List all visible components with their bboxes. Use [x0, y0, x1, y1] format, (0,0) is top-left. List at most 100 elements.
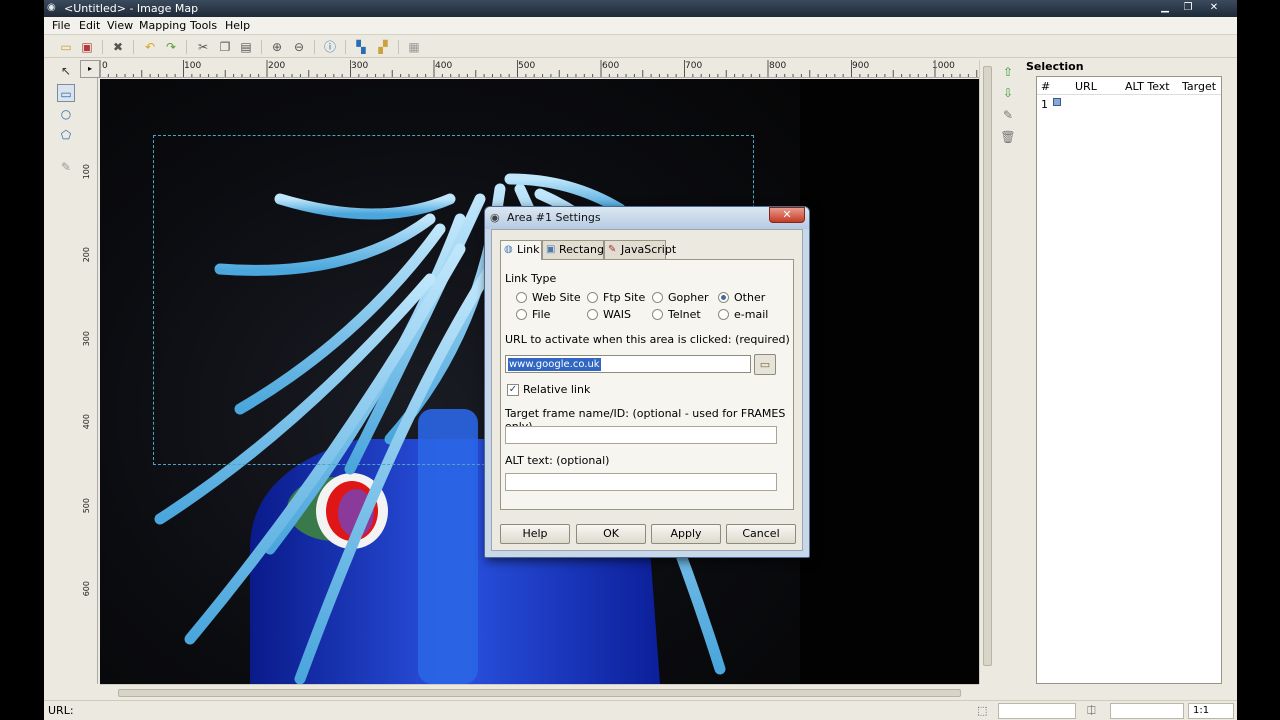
- selection-vertical-scrollbar[interactable]: [1222, 76, 1237, 684]
- coordinates-field: [998, 703, 1076, 719]
- status-bar: URL: ⬚ ⎅ 1:1: [44, 700, 1237, 720]
- radio-label: Gopher: [668, 291, 709, 304]
- help-button[interactable]: Help: [500, 524, 570, 544]
- map-front-icon[interactable]: ▞: [375, 39, 391, 55]
- toolbar-separator: [261, 40, 262, 54]
- radio-button[interactable]: [587, 309, 598, 320]
- radio-button[interactable]: [718, 309, 729, 320]
- tab-link[interactable]: ◍ Link: [500, 240, 542, 260]
- selection-table: # URL ALT Text Target 1: [1036, 76, 1222, 684]
- ruler-ticks: [100, 60, 978, 77]
- zoom-in-icon[interactable]: ⊕: [269, 39, 285, 55]
- menu-bar: File Edit View Mapping Tools Help: [44, 17, 1237, 35]
- move-down-icon[interactable]: ⇩: [1000, 85, 1016, 101]
- menu-help[interactable]: Help: [225, 19, 250, 32]
- selection-panel-title: Selection: [1026, 60, 1084, 73]
- relative-link-checkbox[interactable]: ✓: [507, 384, 519, 396]
- copy-icon[interactable]: ❐: [217, 39, 233, 55]
- cut-icon[interactable]: ✂: [195, 39, 211, 55]
- selection-horizontal-scrollbar[interactable]: [1036, 684, 1222, 698]
- javascript-icon: ✎: [608, 244, 617, 255]
- toolbar-separator: [102, 40, 103, 54]
- edit-icon[interactable]: ✎: [1000, 107, 1016, 123]
- tab-label: Link: [517, 243, 540, 256]
- radio-label: Other: [734, 291, 766, 304]
- scroll-thumb[interactable]: [118, 689, 961, 697]
- link-type-label: Link Type: [505, 272, 557, 285]
- edit-icon[interactable]: ✎: [57, 158, 75, 176]
- menu-file[interactable]: File: [52, 19, 70, 32]
- grid-icon[interactable]: ▦: [406, 39, 422, 55]
- apply-button[interactable]: Apply: [651, 524, 721, 544]
- alt-text-label: ALT text: (optional): [505, 454, 610, 467]
- selection-toolbar: ⇧ ⇩ ✎ 🗑: [996, 60, 1020, 180]
- circle-icon[interactable]: ○: [57, 105, 75, 123]
- scroll-thumb[interactable]: [983, 66, 992, 666]
- arrow-icon[interactable]: ↖: [57, 62, 75, 80]
- url-input[interactable]: www.google.co.uk: [505, 355, 751, 373]
- title-bar: ◉ <Untitled> - Image Map ▁ ❐ ✕: [44, 0, 1237, 17]
- toolbar-separator: [398, 40, 399, 54]
- url-status-label: URL:: [48, 704, 74, 717]
- radio-button[interactable]: [652, 292, 663, 303]
- minimize-icon[interactable]: ▁: [1157, 1, 1173, 15]
- rectangle-icon[interactable]: ▭: [57, 84, 75, 102]
- menu-tools[interactable]: Tools: [190, 19, 217, 32]
- ruler-label: 200: [82, 247, 91, 263]
- radio-button[interactable]: [718, 292, 729, 303]
- map-icon[interactable]: ▚: [353, 39, 369, 55]
- cancel-button[interactable]: Cancel: [726, 524, 796, 544]
- restore-icon[interactable]: ❐: [1180, 1, 1196, 15]
- toolbar-separator: [314, 40, 315, 54]
- move-up-icon[interactable]: ⇧: [1000, 64, 1016, 80]
- column-header[interactable]: Target: [1182, 80, 1216, 93]
- column-header[interactable]: #: [1041, 80, 1050, 93]
- column-header[interactable]: URL: [1075, 80, 1097, 93]
- close-icon[interactable]: ✕: [769, 207, 805, 223]
- open-icon[interactable]: ▭: [58, 39, 74, 55]
- delete-icon[interactable]: 🗑: [1000, 129, 1016, 145]
- zoom-out-icon[interactable]: ⊖: [291, 39, 307, 55]
- undo-icon[interactable]: ↶: [142, 39, 158, 55]
- column-header[interactable]: ALT Text: [1125, 80, 1170, 93]
- menu-mapping[interactable]: Mapping: [139, 19, 186, 32]
- canvas-horizontal-scrollbar[interactable]: [100, 684, 979, 700]
- browse-folder-button[interactable]: ▭: [754, 354, 776, 375]
- tab-rectangle[interactable]: ▣ Rectangle: [542, 240, 614, 259]
- preferences-icon[interactable]: ✖: [110, 39, 126, 55]
- image-map-window: ◉ <Untitled> - Image Map ▁ ❐ ✕ File Edit…: [44, 0, 1237, 720]
- url-label: URL to activate when this area is clicke…: [505, 333, 790, 346]
- ruler-label: 600: [82, 581, 91, 597]
- app-icon: ◉: [490, 211, 500, 224]
- ok-button[interactable]: OK: [576, 524, 646, 544]
- canvas-vertical-scrollbar[interactable]: [979, 60, 994, 684]
- dimensions-icon: ⎅: [1087, 704, 1096, 717]
- menu-view[interactable]: View: [107, 19, 133, 32]
- app-icon: ◉: [47, 2, 56, 13]
- polygon-icon[interactable]: ⬠: [57, 126, 75, 144]
- alt-text-input[interactable]: [505, 473, 777, 491]
- row-number: 1: [1041, 98, 1048, 111]
- rectangle-icon: [1053, 98, 1061, 106]
- tab-javascript[interactable]: ✎ JavaScript: [604, 240, 676, 259]
- radio-label: WAIS: [603, 308, 632, 321]
- radio-button[interactable]: [516, 292, 527, 303]
- close-icon[interactable]: ✕: [1206, 1, 1222, 15]
- radio-button[interactable]: [516, 309, 527, 320]
- radio-button[interactable]: [652, 309, 663, 320]
- menu-edit[interactable]: Edit: [79, 19, 100, 32]
- relative-link-label: Relative link: [523, 383, 591, 396]
- area-icon: ⬚: [977, 704, 988, 717]
- redo-icon[interactable]: ↷: [163, 39, 179, 55]
- paste-icon[interactable]: ▤: [238, 39, 254, 55]
- window-title: <Untitled> - Image Map: [64, 2, 199, 15]
- radio-label: File: [532, 308, 551, 321]
- radio-button[interactable]: [587, 292, 598, 303]
- toolbar-separator: [345, 40, 346, 54]
- info-icon[interactable]: ⓘ: [322, 39, 338, 55]
- save-icon[interactable]: ▣: [79, 39, 95, 55]
- ruler-label: 500: [82, 498, 91, 514]
- table-row[interactable]: 1: [1037, 97, 1221, 113]
- target-frame-input[interactable]: [505, 426, 777, 444]
- ruler-corner: ▸: [80, 60, 100, 78]
